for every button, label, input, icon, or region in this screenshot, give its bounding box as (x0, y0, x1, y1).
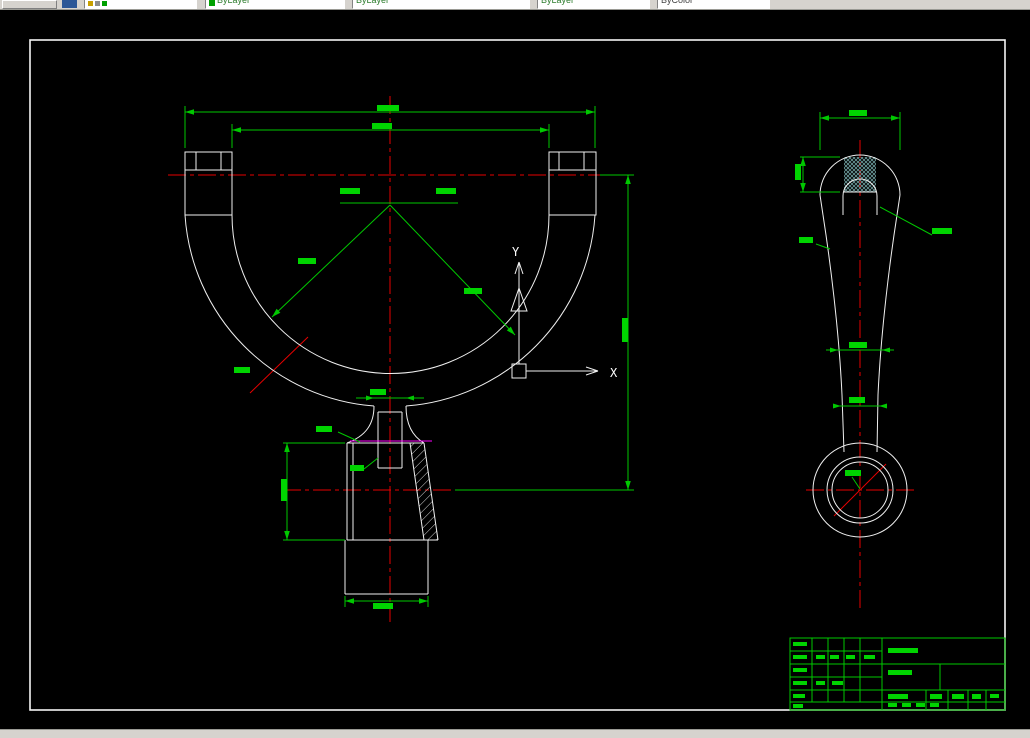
side-section-hatch (844, 157, 876, 192)
lineweight-combo[interactable]: ByLayer (537, 0, 650, 9)
color-swatch-icon (209, 0, 215, 6)
layer-color-icon (102, 1, 107, 6)
layer-on-icon (88, 1, 93, 6)
ucs-icon: Y X (510, 245, 618, 380)
color-combo-value: ByLayer (217, 0, 251, 5)
title-block (789, 637, 1006, 711)
plotstyle-combo-value: ByColor (661, 0, 694, 5)
properties-toolbar: ByLayer ByLayer ByLayer ByColor (0, 0, 1030, 10)
ucs-x-label: X (610, 366, 618, 380)
linetype-combo-value: ByLayer (356, 0, 390, 5)
color-combo[interactable]: ByLayer (205, 0, 345, 9)
lineweight-combo-value: ByLayer (541, 0, 575, 5)
plotstyle-combo[interactable]: ByColor (657, 0, 770, 9)
toolbar-icon[interactable] (62, 0, 77, 8)
linetype-combo[interactable]: ByLayer (352, 0, 530, 9)
paper-frame (29, 39, 1006, 711)
drawing-overlay[interactable]: Y X (0, 0, 1030, 737)
toolbar-handle[interactable] (2, 0, 57, 9)
front-section-hatch (410, 443, 438, 540)
ucs-origin-box (511, 363, 527, 379)
layer-combo[interactable] (84, 0, 197, 9)
front-dimensions (184, 106, 634, 607)
side-view (800, 112, 933, 608)
front-view (168, 96, 634, 622)
front-centerlines (168, 96, 612, 622)
ucs-y-label: Y (512, 245, 520, 259)
layer-lock-icon (95, 1, 100, 6)
